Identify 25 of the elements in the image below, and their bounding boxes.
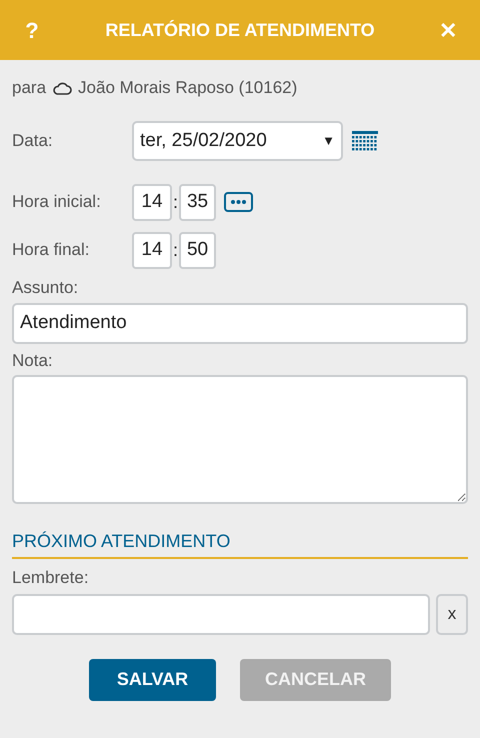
subject-field[interactable]: Atendimento [12, 302, 468, 344]
time-separator: : [172, 190, 180, 214]
calendar-icon[interactable] [352, 131, 378, 151]
recipient-prefix: para [12, 77, 46, 100]
date-select[interactable]: ter, 25/02/2020 ▼ [132, 121, 343, 161]
cloud-icon [52, 81, 72, 95]
hour-field[interactable]: 14 [132, 184, 172, 220]
more-icon[interactable] [224, 192, 254, 212]
field-label: Data: [12, 130, 54, 152]
window-title: RELATÓRIO DE ATENDIMENTO [104, 18, 376, 42]
time-separator: : [172, 238, 180, 262]
section-heading: PRÓXIMO ATENDIMENTO [12, 528, 468, 559]
save-button[interactable]: SALVAR [89, 658, 216, 700]
field-label: Hora final: [12, 239, 90, 262]
field-label: Lembrete: [12, 567, 90, 589]
minute-field[interactable]: 35 [179, 184, 216, 220]
note-field[interactable] [12, 375, 468, 504]
minute-field[interactable]: 50 [179, 232, 216, 268]
field-label: Nota: [12, 350, 54, 372]
recipient-name: João Morais Raposo (10162) [78, 77, 298, 100]
reminder-field[interactable] [12, 594, 430, 634]
hour-field[interactable]: 14 [132, 232, 172, 268]
field-label: Hora inicial: [12, 191, 102, 214]
clear-button[interactable]: x [436, 594, 468, 634]
field-label: Assunto: [12, 277, 80, 299]
